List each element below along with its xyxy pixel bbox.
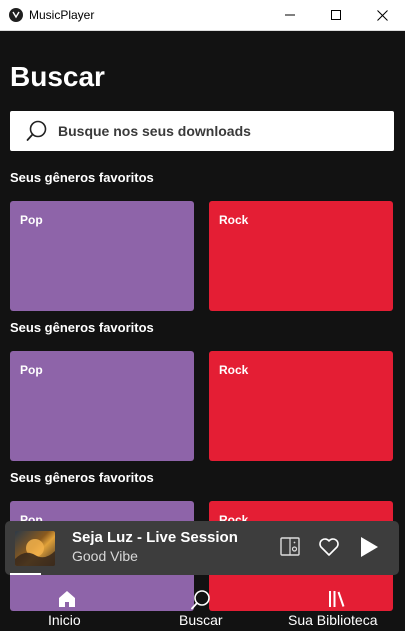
- app-icon: [9, 8, 23, 22]
- play-button[interactable]: [357, 535, 381, 559]
- playback-progress-fill: [10, 573, 41, 575]
- genre-label: Rock: [219, 213, 249, 227]
- play-icon: [361, 537, 378, 557]
- search-icon: [191, 590, 210, 610]
- playback-progress[interactable]: [10, 573, 394, 575]
- album-cover: [15, 531, 55, 566]
- window-title: MusicPlayer: [29, 8, 95, 22]
- track-artist: Good Vibe: [72, 548, 138, 564]
- section-heading: Seus gêneros favoritos: [10, 170, 154, 185]
- nav-label: Inicio: [48, 612, 81, 628]
- nav-item-sua-biblioteca[interactable]: Sua Biblioteca: [270, 581, 405, 631]
- app-content: Buscar Seus gêneros favoritos Pop Rock S…: [0, 31, 405, 631]
- section-heading: Seus gêneros favoritos: [10, 470, 154, 485]
- genre-card-rock[interactable]: Rock: [209, 201, 393, 311]
- search-box[interactable]: [10, 111, 394, 151]
- genre-label: Pop: [20, 213, 43, 227]
- like-button[interactable]: [317, 535, 341, 559]
- section-heading: Seus gêneros favoritos: [10, 320, 154, 335]
- page-title: Buscar: [10, 61, 105, 92]
- genre-card-pop[interactable]: Pop: [10, 201, 194, 311]
- close-button[interactable]: [359, 0, 405, 30]
- devices-button[interactable]: [278, 535, 302, 559]
- track-title: Seja Luz - Live Session: [72, 529, 238, 546]
- home-icon: [59, 591, 75, 607]
- library-icon: [329, 591, 345, 607]
- devices-icon: [280, 537, 300, 556]
- nav-item-inicio[interactable]: Inicio: [0, 581, 135, 631]
- now-playing-bar[interactable]: Seja Luz - Live Session Good Vibe: [5, 521, 399, 575]
- genre-card-rock[interactable]: Rock: [209, 351, 393, 461]
- genre-card-pop[interactable]: Pop: [10, 351, 194, 461]
- bottom-nav: Inicio Buscar Sua Biblioteca: [0, 581, 405, 631]
- search-icon: [26, 120, 47, 141]
- nav-label: Sua Biblioteca: [288, 612, 378, 628]
- search-input[interactable]: [58, 123, 378, 139]
- nav-label: Buscar: [179, 612, 223, 628]
- genre-label: Pop: [20, 363, 43, 377]
- nav-item-buscar[interactable]: Buscar: [135, 581, 270, 631]
- heart-icon: [319, 538, 339, 556]
- minimize-button[interactable]: [267, 0, 313, 30]
- genre-label: Rock: [219, 363, 249, 377]
- window-titlebar: MusicPlayer: [0, 0, 405, 31]
- maximize-button[interactable]: [313, 0, 359, 30]
